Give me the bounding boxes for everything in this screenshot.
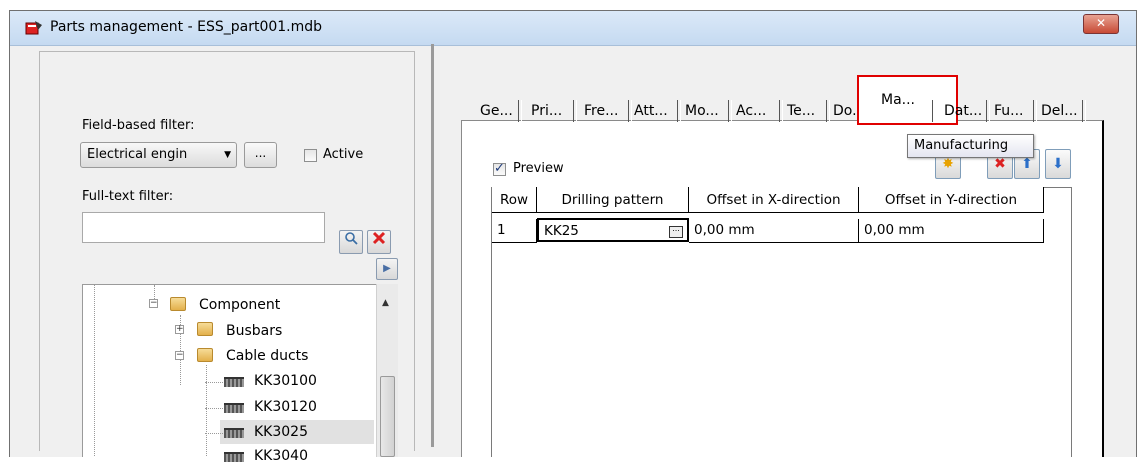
tab-manufacturing[interactable]: Ma... <box>881 86 915 114</box>
column-header-offset-x[interactable]: Offset in X-direction <box>689 187 859 213</box>
tab-delivery[interactable]: Del... <box>1041 97 1078 125</box>
move-down-button[interactable]: ⬇ <box>1045 149 1071 179</box>
tab-functions[interactable]: Fu... <box>994 97 1024 125</box>
tab-separator <box>1033 100 1037 122</box>
tree-guide-line <box>206 365 207 457</box>
tab-separator <box>986 100 990 122</box>
table-cell-offset-y[interactable]: 0,00 mm <box>859 219 1044 243</box>
window-title: Parts management - ESS_part001.mdb <box>50 19 323 35</box>
preview-checkbox[interactable] <box>493 161 506 176</box>
collapse-icon[interactable]: − <box>149 299 158 308</box>
table-cell-drilling-pattern[interactable]: KK25 ... <box>537 218 689 242</box>
filter-options-button[interactable]: ... <box>244 142 277 168</box>
tree-item-component[interactable]: Component <box>199 294 280 316</box>
tree-guide-line <box>205 408 223 409</box>
folder-icon <box>197 322 213 336</box>
new-star-icon: ✸ <box>942 156 954 172</box>
arrow-up-icon: ⬆ <box>1021 156 1033 172</box>
column-header-row[interactable]: Row <box>492 187 537 213</box>
tree-scrollbar[interactable]: ▲ <box>376 284 398 457</box>
expand-icon[interactable]: + <box>175 325 184 334</box>
tree-item-kk3040[interactable]: KK3040 <box>254 445 308 467</box>
tab-freely[interactable]: Fre... <box>584 97 618 125</box>
tab-attributes[interactable]: Att... <box>634 97 668 125</box>
fulltext-filter-input[interactable] <box>82 212 325 243</box>
tab-technical[interactable]: Te... <box>787 97 815 125</box>
folder-icon <box>170 297 186 311</box>
tab-separator <box>677 100 681 122</box>
arrow-down-icon: ⬇ <box>1052 156 1064 172</box>
tab-separator <box>1082 100 1086 122</box>
tab-accessories[interactable]: Ac... <box>736 97 766 125</box>
tab-separator <box>728 100 732 122</box>
tab-separator <box>628 100 632 122</box>
delete-icon: ✖ <box>994 156 1006 172</box>
tab-tooltip: Manufacturing <box>907 134 1034 158</box>
table-cell-row[interactable]: 1 <box>492 219 537 243</box>
tree-guide-line <box>94 285 95 457</box>
tab-documents[interactable]: Do... <box>833 97 857 125</box>
tab-general[interactable]: Ge... <box>480 97 513 125</box>
close-button[interactable]: ✕ <box>1083 14 1119 34</box>
tab-data[interactable]: Dat... <box>944 97 982 125</box>
cable-duct-icon <box>224 377 244 387</box>
cable-duct-icon <box>224 428 244 438</box>
drilling-pattern-value: KK25 <box>544 223 579 239</box>
scrollbar-thumb[interactable] <box>380 376 395 457</box>
pane-splitter[interactable] <box>431 44 434 447</box>
title-bar: Parts management - ESS_part001.mdb <box>10 11 1136 46</box>
tab-separator <box>932 100 936 122</box>
search-icon <box>345 232 358 245</box>
column-header-offset-y[interactable]: Offset in Y-direction <box>859 187 1044 213</box>
tab-separator <box>826 100 830 122</box>
tab-separator <box>573 100 577 122</box>
fulltext-filter-label: Full-text filter: <box>82 189 174 204</box>
tab-mounting[interactable]: Mo... <box>685 97 719 125</box>
field-filter-value: Electrical engin <box>87 147 188 162</box>
tree-item-kk30100[interactable]: KK30100 <box>254 370 317 392</box>
tab-separator <box>518 100 522 122</box>
tree-item-kk30120[interactable]: KK30120 <box>254 396 317 418</box>
search-button[interactable] <box>339 230 363 254</box>
expand-pane-button[interactable]: ▶ <box>376 258 398 280</box>
preview-label: Preview <box>513 161 564 176</box>
tree-item-cable-ducts[interactable]: Cable ducts <box>226 345 308 367</box>
app-icon <box>25 21 42 35</box>
column-header-drilling-pattern[interactable]: Drilling pattern <box>537 187 689 213</box>
active-checkbox[interactable] <box>304 149 317 162</box>
dropdown-arrow-icon: ▼ <box>224 150 231 160</box>
tab-prices[interactable]: Pri... <box>531 97 562 125</box>
tree-item-busbars[interactable]: Busbars <box>226 320 282 342</box>
tree-guide-line <box>205 382 223 383</box>
ellipsis-icon[interactable]: ... <box>669 225 683 238</box>
field-filter-label: Field-based filter: <box>82 118 195 133</box>
active-label: Active <box>323 147 364 162</box>
field-filter-combo[interactable]: Electrical engin ▼ <box>80 142 237 168</box>
play-right-icon: ▶ <box>383 263 391 274</box>
tree-item-kk3025[interactable]: KK3025 <box>254 421 308 443</box>
clear-filter-button[interactable] <box>367 230 391 254</box>
table-cell-offset-x[interactable]: 0,00 mm <box>689 219 859 243</box>
collapse-icon[interactable]: − <box>175 351 184 360</box>
tree-guide-line <box>205 433 223 434</box>
scroll-up-icon[interactable]: ▲ <box>382 298 389 308</box>
folder-icon <box>197 348 213 362</box>
tab-separator <box>779 100 783 122</box>
delete-icon <box>372 231 386 245</box>
cable-duct-icon <box>224 403 244 413</box>
cable-duct-icon <box>224 452 244 462</box>
